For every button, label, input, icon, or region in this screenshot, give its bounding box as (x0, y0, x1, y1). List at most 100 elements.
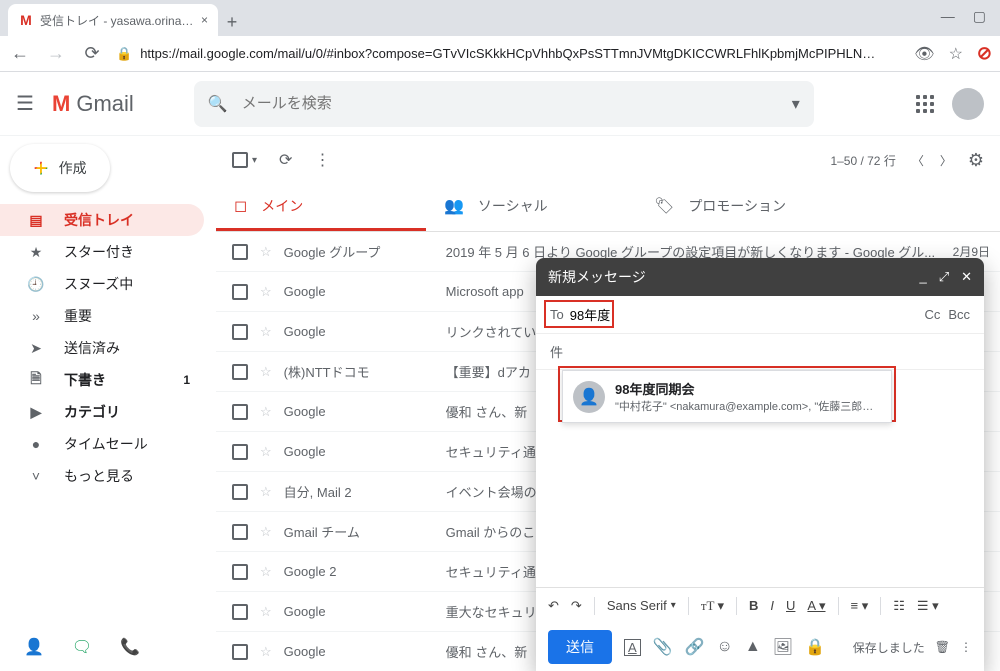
mail-checkbox[interactable] (232, 244, 248, 260)
to-field-row[interactable]: To Cc Bcc (536, 296, 984, 334)
select-all-checkbox[interactable] (232, 152, 248, 168)
hangouts-icon[interactable]: 🗨 (72, 637, 92, 657)
text-color-icon[interactable]: A ▾ (807, 598, 825, 614)
lock-timer-icon[interactable]: 🔒 (805, 637, 825, 657)
star-icon[interactable]: ☆ (260, 444, 272, 460)
refresh-icon[interactable]: ⟳ (279, 150, 292, 170)
emoji-icon[interactable]: ☺ (717, 638, 733, 656)
star-icon[interactable]: ☆ (260, 484, 272, 500)
to-input[interactable] (570, 307, 925, 322)
star-icon[interactable]: ☆ (260, 564, 272, 580)
star-icon[interactable]: ☆ (260, 644, 272, 660)
more-compose-icon[interactable]: ⋮ (960, 640, 972, 654)
mail-checkbox[interactable] (232, 604, 248, 620)
category-tab[interactable]: 🏷プロモーション (636, 184, 846, 231)
underline-icon[interactable]: U (786, 598, 795, 613)
drive-icon[interactable]: ▲ (745, 638, 761, 656)
trash-icon[interactable]: 🗑 (935, 640, 950, 654)
more-icon[interactable]: ⋮ (314, 150, 330, 170)
mail-checkbox[interactable] (232, 324, 248, 340)
mail-checkbox[interactable] (232, 444, 248, 460)
subject-row[interactable]: 件 (536, 334, 984, 370)
compose-button[interactable]: + 作成 (10, 144, 110, 192)
bcc-link[interactable]: Bcc (948, 307, 970, 322)
browser-tab[interactable]: M 受信トレイ - yasawa.orinaka@gm... × (8, 4, 218, 36)
sidebar-item-send[interactable]: ➤送信済み (0, 332, 204, 364)
sidebar-item-star[interactable]: ★スター付き (0, 236, 204, 268)
account-avatar[interactable] (952, 88, 984, 120)
fullscreen-compose-icon[interactable]: ⤢ (939, 269, 949, 285)
mail-checkbox[interactable] (232, 404, 248, 420)
gmail-logo[interactable]: M Gmail (52, 91, 134, 117)
sidebar-item-category[interactable]: ▶カテゴリ (0, 396, 204, 428)
compose-body[interactable]: 👤 98年度同期会 "中村花子" <nakamura@example.com>,… (536, 370, 984, 587)
next-page-icon[interactable]: 〉 (940, 152, 952, 169)
reload-button[interactable]: ⟳ (80, 43, 104, 64)
numbered-list-icon[interactable]: ☷ (893, 598, 905, 614)
sidebar-item-more[interactable]: ˅もっと見る (0, 460, 204, 492)
mail-checkbox[interactable] (232, 564, 248, 580)
prev-page-icon[interactable]: 〈 (912, 152, 924, 169)
search-icon[interactable]: 🔍 (208, 94, 228, 114)
mail-checkbox[interactable] (232, 524, 248, 540)
eye-icon[interactable]: 👁 (914, 44, 934, 64)
person-icon[interactable]: 👤 (24, 637, 44, 657)
menu-icon[interactable]: ☰ (16, 91, 40, 116)
select-dropdown-icon[interactable]: ▾ (252, 155, 257, 166)
phone-icon[interactable]: 📞 (120, 637, 140, 657)
star-url-icon[interactable]: ☆ (949, 44, 963, 64)
close-tab-icon[interactable]: × (201, 13, 208, 27)
mail-checkbox[interactable] (232, 284, 248, 300)
block-icon[interactable]: ⊘ (977, 43, 992, 64)
contact-suggestion[interactable]: 👤 98年度同期会 "中村花子" <nakamura@example.com>,… (562, 370, 892, 423)
new-tab-button[interactable]: + (218, 8, 246, 36)
search-input[interactable] (242, 95, 778, 112)
category-tab[interactable]: 👥ソーシャル (426, 184, 636, 231)
mail-checkbox[interactable] (232, 484, 248, 500)
undo-icon[interactable]: ↶ (548, 598, 559, 614)
compose-header[interactable]: 新規メッセージ _ ⤢ ✕ (536, 258, 984, 296)
search-dropdown-icon[interactable]: ▾ (792, 94, 800, 114)
sidebar-item-label[interactable]: ●タイムセール (0, 428, 204, 460)
sidebar-item-inbox[interactable]: ▤受信トレイ (0, 204, 204, 236)
maximize-icon[interactable]: ▢ (973, 8, 986, 25)
back-button[interactable]: ← (8, 43, 32, 64)
mail-sender: 自分, Mail 2 (284, 482, 434, 501)
star-icon[interactable]: ☆ (260, 324, 272, 340)
photo-icon[interactable]: 🖼 (773, 637, 793, 657)
url-box[interactable]: 🔒 https://mail.google.com/mail/u/0/#inbo… (116, 46, 902, 62)
star-icon[interactable]: ☆ (260, 364, 272, 380)
mail-checkbox[interactable] (232, 644, 248, 660)
bullet-list-icon[interactable]: ☰ ▾ (917, 598, 939, 614)
star-icon[interactable]: ☆ (260, 244, 272, 260)
settings-icon[interactable]: ⚙ (968, 150, 984, 171)
italic-icon[interactable]: I (770, 598, 774, 613)
star-icon[interactable]: ☆ (260, 284, 272, 300)
forward-button[interactable]: → (44, 43, 68, 64)
link-icon[interactable]: 🔗 (685, 637, 705, 657)
apps-icon[interactable] (916, 95, 934, 113)
sidebar-item-clock[interactable]: 🕘スヌーズ中 (0, 268, 204, 300)
redo-icon[interactable]: ↷ (571, 598, 582, 614)
category-tab[interactable]: ◻メイン (216, 184, 426, 231)
sidebar-item-label: スヌーズ中 (64, 274, 133, 294)
minimize-compose-icon[interactable]: _ (919, 269, 926, 285)
close-compose-icon[interactable]: ✕ (961, 269, 972, 285)
send-button[interactable]: 送信 (548, 630, 612, 664)
font-size-icon[interactable]: тT ▾ (701, 598, 724, 614)
bold-icon[interactable]: B (749, 598, 758, 613)
important-icon: » (26, 308, 46, 324)
star-icon[interactable]: ☆ (260, 604, 272, 620)
star-icon[interactable]: ☆ (260, 404, 272, 420)
sidebar-item-important[interactable]: »重要 (0, 300, 204, 332)
format-icon[interactable]: A (624, 639, 641, 656)
sidebar-item-draft[interactable]: 🗎下書き1 (0, 364, 204, 396)
mail-checkbox[interactable] (232, 364, 248, 380)
attach-icon[interactable]: 📎 (653, 637, 673, 657)
align-icon[interactable]: ≡ ▾ (851, 598, 869, 614)
search-box[interactable]: 🔍 ▾ (194, 81, 814, 127)
star-icon[interactable]: ☆ (260, 524, 272, 540)
font-selector[interactable]: Sans Serif ▾ (607, 598, 676, 613)
minimize-icon[interactable]: — (941, 8, 955, 25)
cc-link[interactable]: Cc (924, 307, 940, 322)
